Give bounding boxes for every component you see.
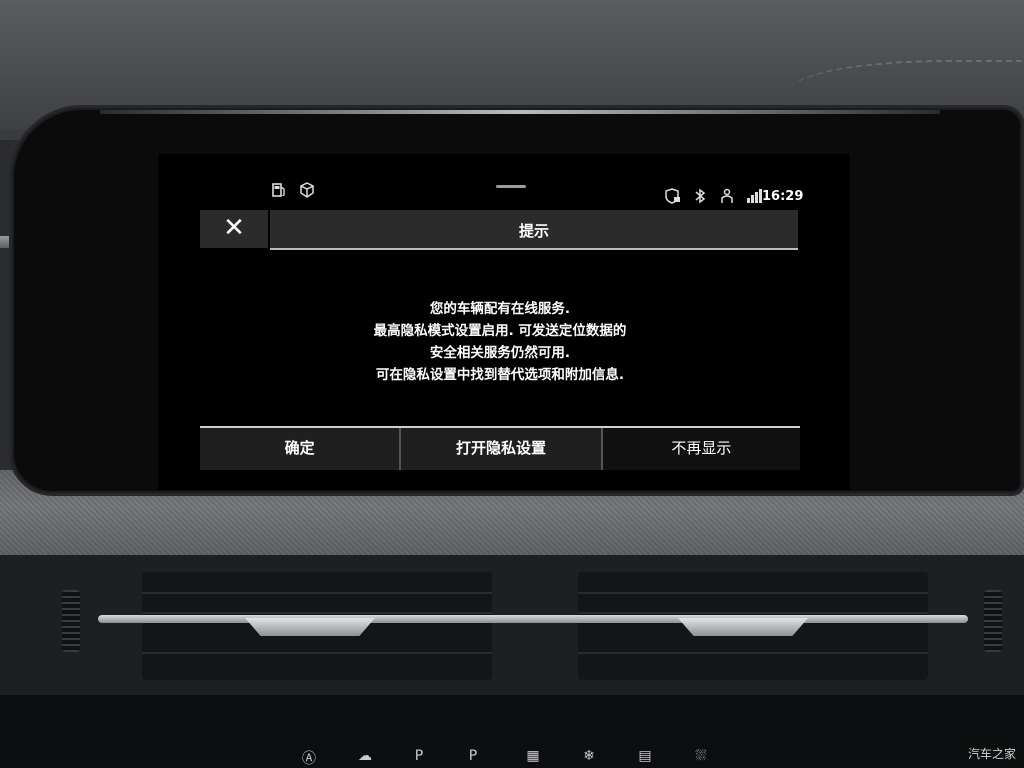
climate-button[interactable]: ▤ [624, 748, 666, 768]
close-icon: ✕ [223, 213, 245, 243]
dont-show-again-button[interactable]: 不再显示 [602, 428, 800, 470]
climate-button[interactable]: P [452, 748, 494, 768]
confirm-button[interactable]: 确定 [200, 428, 402, 470]
close-button[interactable]: ✕ [200, 210, 270, 248]
fuel-pump-icon [270, 181, 288, 199]
signal-data-icon[interactable] [745, 187, 763, 205]
climate-button[interactable]: ☁ [344, 748, 386, 768]
bluetooth-icon[interactable] [691, 187, 709, 205]
left-vent-knob[interactable] [245, 618, 375, 636]
climate-button[interactable]: Ⓐ [288, 748, 330, 768]
message-line: 安全相关服务仍然可用. [429, 345, 571, 361]
privacy-notice-dialog: ✕ 提示 您的车辆配有在线服务. 最高隐私模式设置启用. 可发送定位数据的 安全… [200, 208, 800, 474]
watermark: 汽车之家 [967, 747, 1016, 761]
shield-lock-icon[interactable] [664, 187, 682, 205]
climate-button[interactable]: ⛆ [680, 748, 722, 768]
dialog-header: 提示 [270, 210, 798, 250]
right-vent-knob[interactable] [678, 618, 808, 636]
right-vent-wheel[interactable] [984, 590, 1002, 652]
message-line: 您的车辆配有在线服务. [429, 301, 571, 317]
infotainment-screen: 16:29 ✕ 提示 您的车辆配有在线服务. 最高隐私模式设置启用. 可发送定位… [158, 154, 850, 490]
status-icons-left [270, 181, 316, 199]
left-vent-wheel[interactable] [62, 590, 80, 652]
status-bar: 16:29 [158, 154, 850, 206]
status-icons-right [664, 187, 763, 205]
message-line: 可在隐私设置中找到替代选项和附加信息. [375, 367, 625, 383]
cube-icon [298, 181, 316, 199]
driver-profile-icon[interactable] [718, 187, 736, 205]
vent-chrome-bar [98, 615, 968, 623]
message-line: 最高隐私模式设置启用. 可发送定位数据的 [373, 323, 627, 339]
climate-button[interactable]: P [398, 748, 440, 768]
climate-button[interactable]: ❄ [568, 748, 610, 768]
dialog-message: 您的车辆配有在线服务. 最高隐私模式设置启用. 可发送定位数据的 安全相关服务仍… [200, 298, 800, 386]
dialog-body: 您的车辆配有在线服务. 最高隐私模式设置启用. 可发送定位数据的 安全相关服务仍… [200, 250, 800, 428]
status-bar-grabber[interactable] [496, 185, 526, 188]
bezel-highlight [100, 110, 940, 114]
open-privacy-settings-button[interactable]: 打开隐私设置 [401, 428, 603, 470]
dialog-title: 提示 [518, 222, 549, 240]
dialog-buttons: 确定 打开隐私设置 不再显示 [200, 428, 800, 470]
clock: 16:29 [762, 189, 804, 204]
climate-button[interactable]: ▦ [512, 748, 554, 768]
